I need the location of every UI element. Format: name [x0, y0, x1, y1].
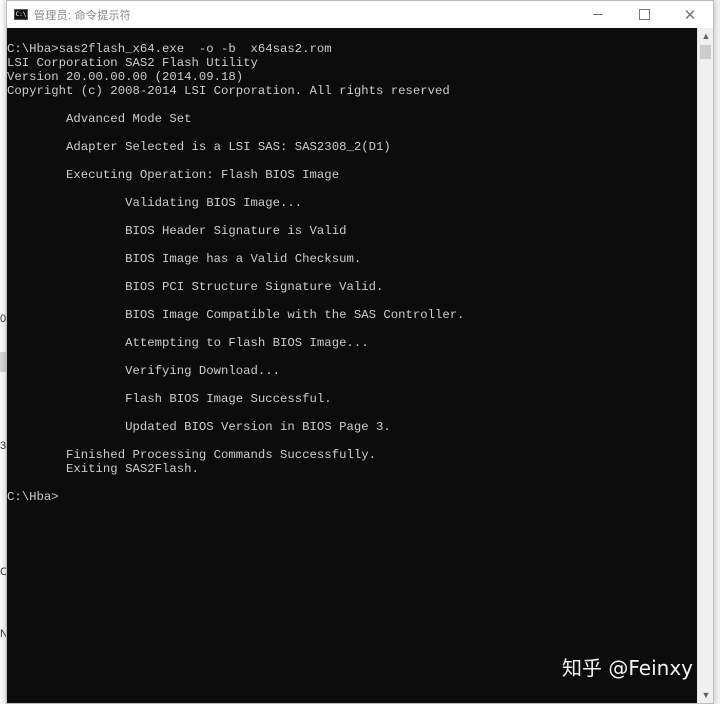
console-line: Attempting to Flash BIOS Image...	[7, 336, 369, 350]
scroll-up-button[interactable]: ▲	[698, 28, 714, 44]
console-line: Version 20.00.00.00 (2014.09.18)	[7, 70, 244, 84]
console-line: BIOS Header Signature is Valid	[7, 224, 347, 238]
window-title: 管理员: 命令提示符	[34, 9, 132, 22]
console-line: BIOS Image has a Valid Checksum.	[7, 252, 362, 266]
vertical-scrollbar[interactable]: ▲ ▼	[697, 28, 713, 703]
console-line: C:\Hba>	[7, 490, 59, 504]
console-line: BIOS PCI Structure Signature Valid.	[7, 280, 384, 294]
console-line: Flash BIOS Image Successful.	[7, 392, 332, 406]
maximize-icon	[638, 9, 650, 20]
minimize-icon	[593, 14, 603, 15]
console-output[interactable]: C:\Hba>sas2flash_x64.exe -o -b x64sas2.r…	[7, 28, 698, 703]
console-line: C:\Hba>sas2flash_x64.exe -o -b x64sas2.r…	[7, 42, 332, 56]
scrollbar-thumb[interactable]	[700, 45, 711, 59]
console-line: Validating BIOS Image...	[7, 196, 303, 210]
console-line: Updated BIOS Version in BIOS Page 3.	[7, 420, 391, 434]
console-line: BIOS Image Compatible with the SAS Contr…	[7, 308, 465, 322]
console-line: Verifying Download...	[7, 364, 281, 378]
console-line: Exiting SAS2Flash.	[7, 462, 199, 476]
command-prompt-window: C:\ 管理员: 命令提示符 ✕ C:\Hba>sas2flash_x64.ex…	[6, 0, 714, 704]
console-line: Copyright (c) 2008-2014 LSI Corporation.…	[7, 84, 450, 98]
scroll-down-button[interactable]: ▼	[698, 687, 714, 703]
minimize-button[interactable]	[575, 1, 621, 28]
console-line: Advanced Mode Set	[7, 112, 192, 126]
watermark: 知乎 @Feinxy	[562, 656, 693, 680]
console-line: Finished Processing Commands Successfull…	[7, 448, 376, 462]
console-line: Executing Operation: Flash BIOS Image	[7, 168, 340, 182]
console-line: Adapter Selected is a LSI SAS: SAS2308_2…	[7, 140, 391, 154]
window-controls: ✕	[575, 1, 713, 28]
close-button[interactable]: ✕	[667, 1, 713, 28]
close-icon: ✕	[683, 6, 697, 24]
title-bar[interactable]: C:\ 管理员: 命令提示符 ✕	[7, 1, 713, 28]
maximize-button[interactable]	[621, 1, 667, 28]
chevron-down-icon: ▼	[701, 690, 711, 700]
chevron-up-icon: ▲	[701, 31, 711, 41]
cmd-icon: C:\	[14, 9, 28, 20]
console-text: C:\Hba>sas2flash_x64.exe -o -b x64sas2.r…	[7, 28, 698, 504]
console-line: LSI Corporation SAS2 Flash Utility	[7, 56, 258, 70]
